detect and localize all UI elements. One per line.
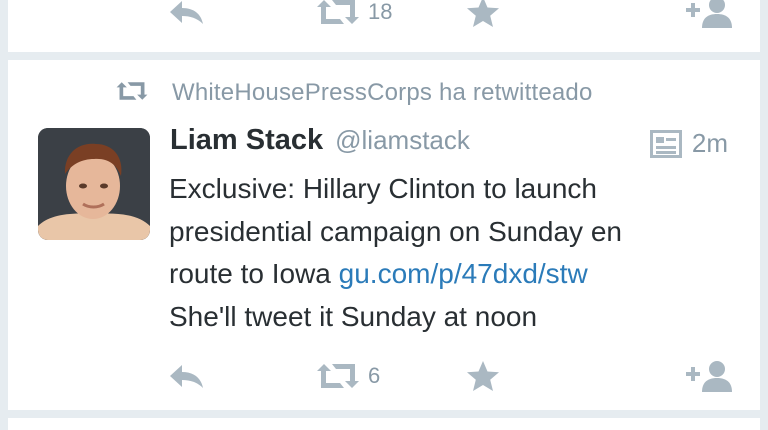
favorite-button[interactable]	[466, 356, 500, 396]
tweet-card[interactable]: WhiteHousePressCorps ha retwitteado Liam…	[8, 60, 760, 410]
previous-tweet-card[interactable]: 18	[8, 0, 760, 52]
add-user-icon	[686, 0, 732, 28]
tweet-text-line: route to Iowa gu.com/p/47dxd/stw	[169, 253, 739, 296]
follow-button[interactable]	[684, 356, 736, 396]
tweet-header: Liam Stack @liamstack	[170, 124, 470, 160]
retweeted-by-text[interactable]: WhiteHousePressCorps ha retwitteado	[172, 79, 593, 107]
author-handle[interactable]: @liamstack	[335, 125, 470, 156]
tweet-text-line: Exclusive: Hillary Clinton to launch	[169, 173, 597, 204]
retweet-button[interactable]: 18	[314, 0, 392, 32]
tweet-timestamp[interactable]: 2m	[692, 128, 728, 159]
reply-icon	[170, 365, 203, 388]
retweet-icon	[114, 80, 150, 107]
tweet-meta: 2m	[649, 128, 728, 159]
summary-card-icon	[649, 129, 682, 158]
retweet-context: WhiteHousePressCorps ha retwitteado	[114, 78, 593, 108]
tweet-text-line: She'll tweet it Sunday at noon	[169, 300, 538, 332]
author-name[interactable]: Liam Stack	[170, 124, 323, 157]
tweet-text-line: presidential campaign on Sunday en	[169, 215, 622, 247]
tweet-actions: 18	[8, 0, 760, 32]
reply-icon	[170, 1, 203, 24]
star-icon	[467, 361, 499, 391]
add-user-icon	[686, 361, 732, 392]
star-icon	[467, 0, 499, 27]
follow-button[interactable]	[684, 0, 736, 32]
next-tweet-card[interactable]	[8, 418, 760, 430]
retweet-icon	[317, 364, 359, 388]
avatar[interactable]	[38, 128, 150, 240]
reply-button[interactable]	[168, 356, 206, 396]
retweet-button[interactable]: 6	[314, 356, 380, 396]
tweet-text-segment: route to Iowa	[169, 258, 339, 289]
tweet-actions: 6	[8, 356, 760, 396]
retweet-count: 18	[368, 0, 393, 24]
favorite-button[interactable]	[466, 0, 500, 32]
tweet-text: Exclusive: Hillary Clinton to launch pre…	[169, 168, 739, 338]
reply-button[interactable]	[168, 0, 206, 32]
retweet-count: 6	[368, 363, 381, 388]
tweet-link[interactable]: gu.com/p/47dxd/stw	[339, 258, 588, 289]
retweet-icon	[317, 0, 359, 24]
